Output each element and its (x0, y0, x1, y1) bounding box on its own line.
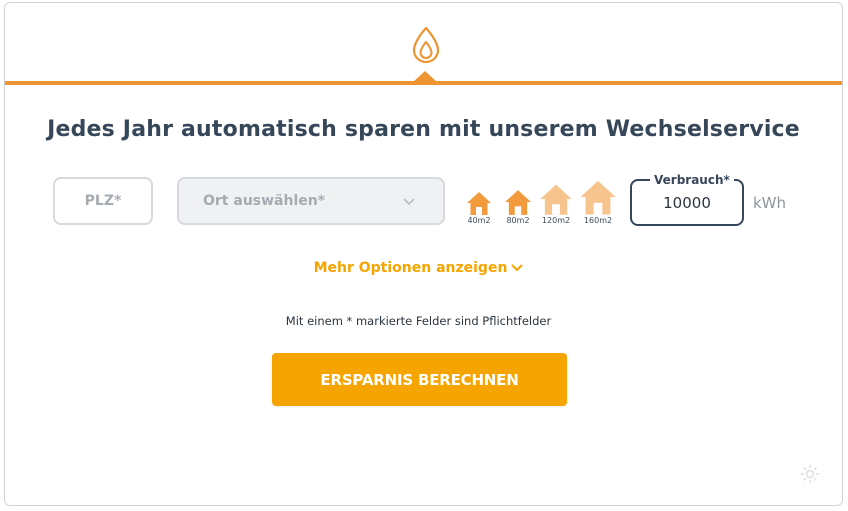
house-label: 120m2 (541, 216, 571, 225)
house-icon (540, 184, 572, 215)
house-icon (580, 180, 616, 215)
verbrauch-field[interactable]: Verbrauch* 10000 (630, 173, 744, 226)
ort-placeholder: Ort auswählen* (203, 193, 326, 209)
house-option-40m2[interactable]: 40m2 (466, 190, 492, 226)
chevron-down-icon (511, 264, 524, 272)
house-option-80m2[interactable]: 80m2 (504, 188, 532, 226)
house-label: 40m2 (467, 216, 491, 225)
house-size-selector: 40m2 80m2 120m2 160m2 (466, 178, 616, 226)
verbrauch-value[interactable]: 10000 (632, 181, 742, 224)
page-title: Jedes Jahr automatisch sparen mit unsere… (47, 117, 800, 142)
calculate-savings-button[interactable]: ERSPARNIS BERECHNEN (272, 353, 567, 406)
ort-select[interactable]: Ort auswählen* (177, 177, 445, 225)
accent-divider (5, 81, 842, 85)
plz-placeholder: PLZ* (84, 193, 122, 209)
house-option-160m2[interactable]: 160m2 (579, 178, 617, 226)
required-fields-hint: Mit einem * markierte Felder sind Pflich… (285, 314, 552, 328)
chevron-down-icon (403, 198, 415, 206)
house-option-120m2[interactable]: 120m2 (539, 182, 573, 226)
unit-label: kWh (753, 194, 787, 212)
more-options-toggle[interactable]: Mehr Optionen anzeigen (0, 260, 837, 276)
house-label: 160m2 (583, 216, 613, 225)
plz-input[interactable]: PLZ* (53, 177, 153, 225)
more-options-label: Mehr Optionen anzeigen (313, 260, 508, 276)
house-icon (505, 190, 531, 215)
house-label: 80m2 (506, 216, 530, 225)
house-icon (467, 192, 491, 215)
flame-icon (408, 25, 444, 65)
sun-icon[interactable] (800, 464, 820, 484)
calculator-card: Jedes Jahr automatisch sparen mit unsere… (4, 2, 843, 506)
